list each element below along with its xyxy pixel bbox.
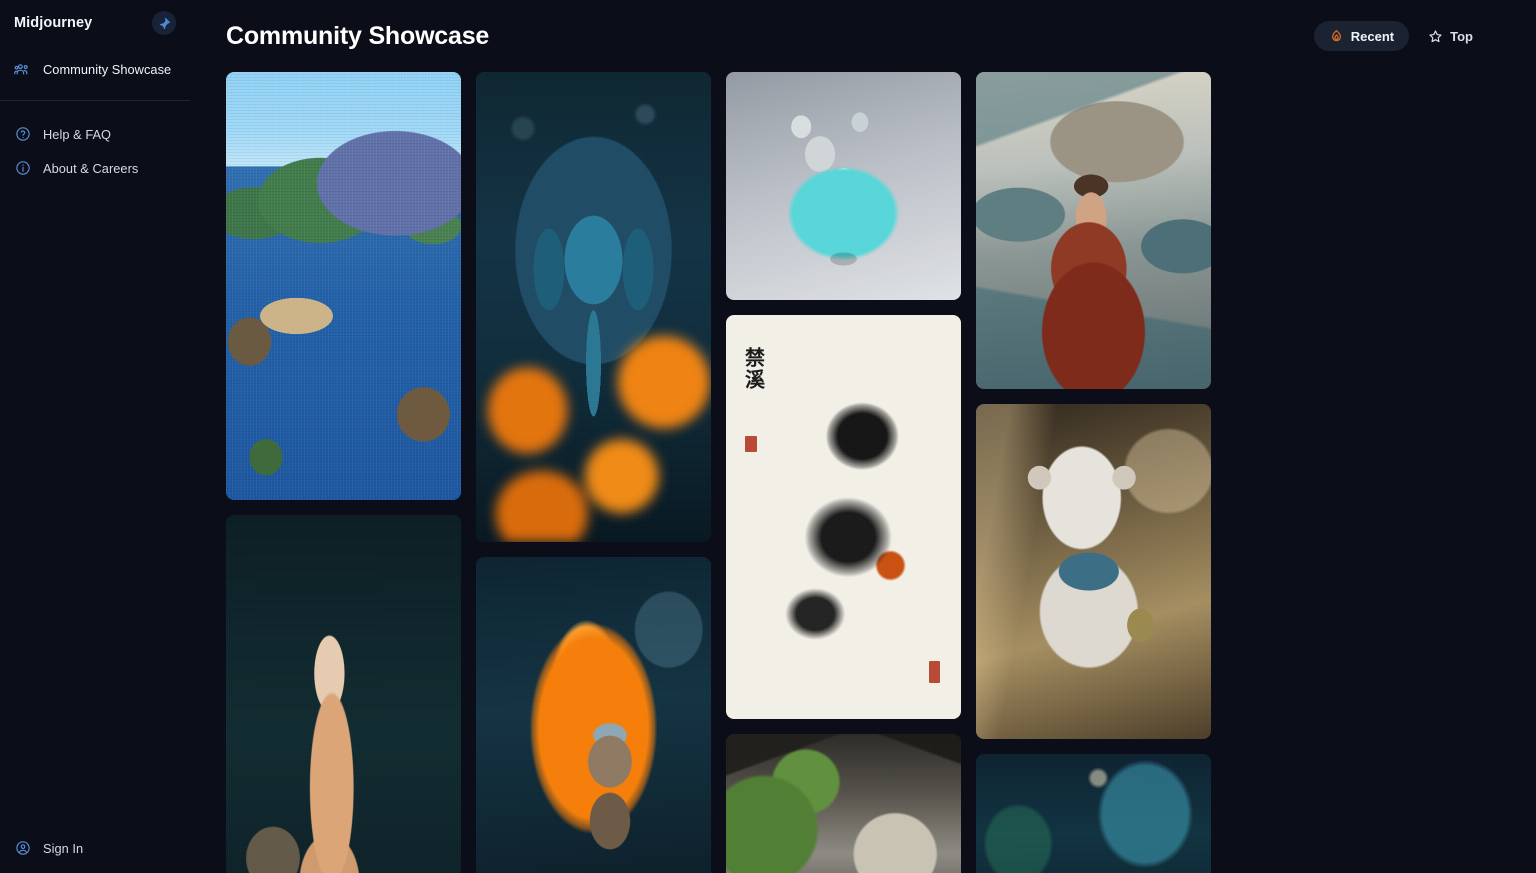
- seal-stamp-icon: [744, 436, 757, 453]
- sort-top-button[interactable]: Top: [1413, 21, 1488, 51]
- gallery-card[interactable]: [726, 734, 961, 873]
- artwork-sorcerer: [976, 72, 1211, 389]
- sidebar-item-label: Community Showcase: [43, 61, 172, 77]
- sort-recent-button[interactable]: Recent: [1313, 21, 1410, 51]
- artwork-courtyard: [726, 734, 961, 873]
- gallery-column: 禁溪: [726, 72, 961, 873]
- seal-stamp-icon: [928, 660, 940, 683]
- artwork-monkey-flower: [476, 557, 711, 873]
- sort-toggle-group: Recent Top: [1313, 21, 1488, 51]
- brand-row: Midjourney: [0, 6, 190, 40]
- page-title: Community Showcase: [226, 21, 490, 50]
- gallery-column: [976, 72, 1211, 873]
- user-circle-icon: [14, 840, 31, 857]
- brand-title: Midjourney: [14, 15, 93, 31]
- sidebar-item-sign-in[interactable]: Sign In: [0, 831, 190, 865]
- artwork-ink-tiger: 禁溪: [726, 315, 961, 719]
- sidebar: Midjourney Community Showcase Help & FAQ…: [0, 0, 190, 873]
- gallery-card[interactable]: [976, 404, 1211, 739]
- sort-top-label: Top: [1450, 28, 1473, 44]
- showcase-grid: 禁溪: [190, 72, 1512, 873]
- calligraphy-text: 禁溪: [741, 347, 766, 392]
- app-root: Midjourney Community Showcase Help & FAQ…: [0, 0, 1536, 873]
- gallery-card[interactable]: [226, 72, 461, 500]
- sidebar-bottom: Sign In: [0, 831, 190, 865]
- sidebar-divider: [0, 100, 190, 101]
- people-group-icon: [14, 61, 31, 78]
- gallery-card[interactable]: [476, 72, 711, 542]
- main-content: Community Showcase Recent Top 禁溪: [190, 0, 1536, 873]
- gallery-column: [226, 72, 461, 873]
- question-circle-icon: [14, 126, 31, 143]
- star-outline-icon: [1428, 29, 1443, 44]
- sidebar-item-about-careers[interactable]: About & Careers: [0, 151, 190, 185]
- sidebar-item-label: Help & FAQ: [43, 126, 112, 142]
- gallery-card[interactable]: [226, 515, 461, 873]
- gallery-card[interactable]: 禁溪: [726, 315, 961, 719]
- artwork-pixel-island: [226, 72, 461, 500]
- gallery-column: [476, 72, 711, 873]
- sidebar-item-help-faq[interactable]: Help & FAQ: [0, 117, 190, 151]
- artwork-blue-elephant: [476, 72, 711, 542]
- pushpin-icon: [158, 17, 171, 30]
- artwork-glass-heart: [726, 72, 961, 300]
- gallery-card[interactable]: [976, 754, 1211, 873]
- sidebar-item-label: About & Careers: [43, 160, 139, 176]
- info-circle-icon: [14, 160, 31, 177]
- gallery-card[interactable]: [976, 72, 1211, 389]
- artwork-curly-portrait: [976, 754, 1211, 873]
- sidebar-nav-secondary: Help & FAQ About & Careers: [0, 117, 190, 185]
- artwork-armored-cat: [976, 404, 1211, 739]
- sidebar-nav-primary: Community Showcase: [0, 52, 190, 86]
- artwork-moon-goddess: [226, 515, 461, 873]
- page-header: Community Showcase Recent Top: [190, 0, 1512, 72]
- pin-sidebar-button[interactable]: [152, 11, 176, 35]
- sort-recent-label: Recent: [1350, 28, 1395, 44]
- gallery-card[interactable]: [476, 557, 711, 873]
- gallery-card[interactable]: [726, 72, 961, 300]
- sidebar-item-label: Sign In: [43, 840, 84, 856]
- sidebar-item-community-showcase[interactable]: Community Showcase: [0, 52, 190, 86]
- flame-icon: [1329, 29, 1344, 44]
